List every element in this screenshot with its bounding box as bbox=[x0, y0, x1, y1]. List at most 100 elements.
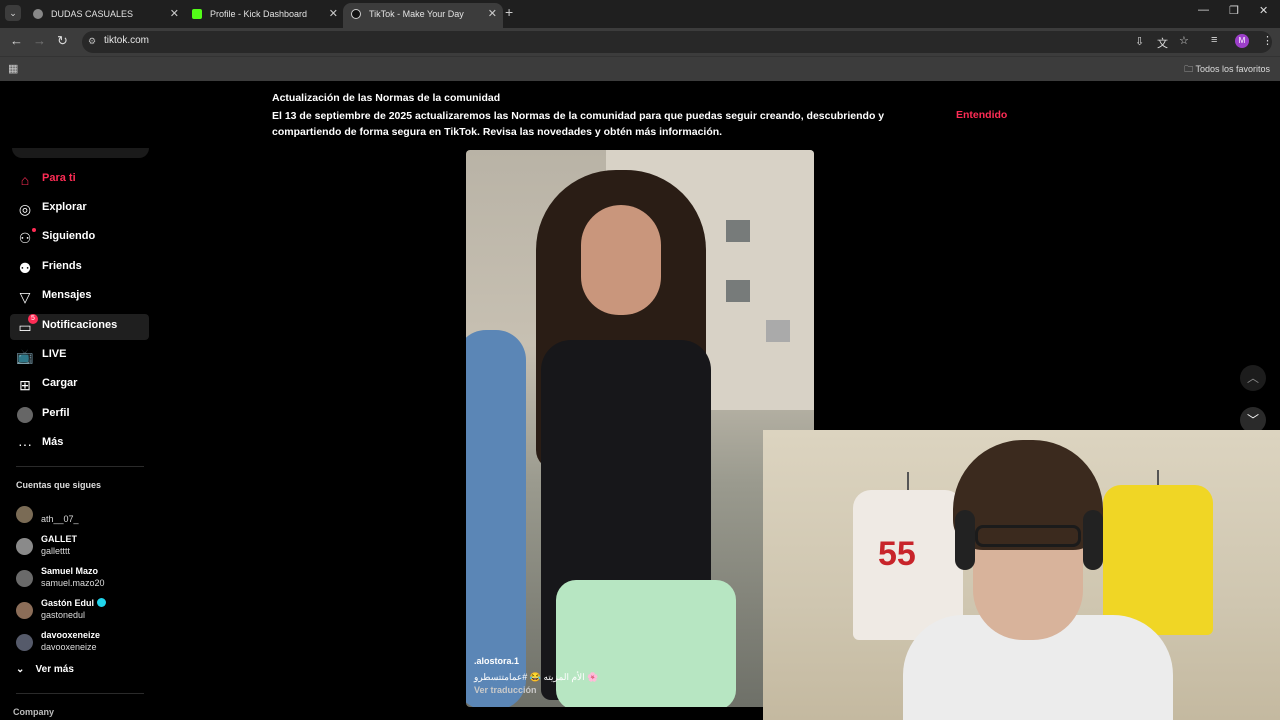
address-bar[interactable]: ⚙ tiktok.com ⇩ 文 ☆ bbox=[82, 31, 1272, 53]
video-figure bbox=[581, 205, 661, 315]
nav-siguiendo[interactable]: ⚇ Siguiendo bbox=[10, 225, 149, 251]
tab-title: DUDAS CASUALES bbox=[51, 9, 134, 19]
video-figure bbox=[466, 330, 526, 707]
nav-cargar[interactable]: ⊞ Cargar bbox=[10, 372, 149, 398]
url-text: tiktok.com bbox=[104, 35, 150, 46]
tab-strip: ⌄ DUDAS CASUALES ✕ Profile - Kick Dashbo… bbox=[0, 0, 1280, 28]
bookmarks-bar: ▦ 🗀 Todos los favoritos bbox=[0, 56, 1280, 81]
install-icon[interactable]: ⇩ bbox=[1135, 35, 1144, 48]
notice-accept-button[interactable]: Entendido bbox=[956, 109, 1007, 121]
close-icon[interactable]: ✕ bbox=[329, 3, 338, 25]
nav-para-ti[interactable]: ⌂ Para ti bbox=[10, 167, 149, 193]
nav-mas[interactable]: ··· Más bbox=[10, 431, 149, 457]
streamer-figure bbox=[975, 525, 1081, 547]
account-name: Gastón Edul bbox=[41, 598, 107, 608]
bookmark-star-icon[interactable]: ☆ bbox=[1179, 34, 1189, 47]
hanger-shape bbox=[907, 472, 909, 492]
account-handle: davooxeneize bbox=[41, 642, 97, 652]
headphone-shape bbox=[1083, 510, 1103, 570]
nav-explorar[interactable]: ◎ Explorar bbox=[10, 196, 149, 222]
jersey-yellow bbox=[1103, 485, 1213, 635]
compass-icon: ◎ bbox=[18, 201, 32, 217]
tab-title: Profile - Kick Dashboard bbox=[210, 9, 308, 19]
headphone-shape bbox=[955, 510, 975, 570]
forward-icon[interactable]: → bbox=[33, 33, 46, 48]
account-name-text: Gastón Edul bbox=[41, 598, 95, 608]
account-item[interactable]: ath__07_ bbox=[16, 502, 146, 530]
site-info-icon[interactable]: ⚙ bbox=[88, 36, 96, 47]
account-name: Samuel Mazo bbox=[41, 566, 99, 576]
chevron-up-icon: ︿ bbox=[1246, 371, 1259, 385]
nav-friends[interactable]: ⚉ Friends bbox=[10, 255, 149, 281]
live-tv-icon: 📺 bbox=[16, 348, 34, 364]
nav-notificaciones[interactable]: ▭ 5 Notificaciones bbox=[10, 314, 149, 340]
previous-video-button[interactable]: ︿ bbox=[1240, 365, 1266, 391]
close-icon[interactable]: ✕ bbox=[170, 3, 179, 25]
menu-icon[interactable]: ⋮ bbox=[1262, 34, 1273, 47]
window-close-icon[interactable]: ✕ bbox=[1259, 4, 1268, 17]
new-tab-button[interactable]: + bbox=[505, 4, 513, 20]
account-handle: ath__07_ bbox=[41, 514, 79, 524]
chevron-down-icon: ﹀ bbox=[1246, 413, 1259, 427]
folder-icon: 🗀 bbox=[1184, 64, 1196, 74]
nav-label: Explorar bbox=[42, 201, 87, 213]
video-description: الأم المزيته 😂 #عمامتتسطرو 🌸 bbox=[474, 672, 599, 682]
account-item[interactable]: Gastón Edul gastonedul bbox=[16, 598, 146, 626]
all-bookmarks[interactable]: 🗀 Todos los favoritos bbox=[1184, 62, 1270, 78]
account-item[interactable]: davooxeneize davooxeneize bbox=[16, 630, 146, 658]
new-dot bbox=[32, 228, 36, 232]
translate-link[interactable]: Ver traducción bbox=[474, 685, 537, 695]
browser-chrome: ⌄ DUDAS CASUALES ✕ Profile - Kick Dashbo… bbox=[0, 0, 1280, 81]
avatar bbox=[16, 634, 33, 651]
nav-perfil[interactable]: Perfil bbox=[10, 402, 149, 428]
account-name: davooxeneize bbox=[41, 630, 101, 640]
tab-dudas-casuales[interactable]: DUDAS CASUALES ✕ bbox=[25, 3, 185, 25]
sidebar: ⌂ Para ti ◎ Explorar ⚇ Siguiendo ⚉ Frien… bbox=[0, 148, 160, 720]
divider bbox=[16, 693, 144, 694]
avatar-icon bbox=[17, 407, 33, 423]
media-control-icon[interactable]: ≡ bbox=[1211, 34, 1217, 46]
nav-label: Mensajes bbox=[42, 289, 92, 301]
tiktok-icon bbox=[351, 9, 361, 19]
video-username[interactable]: .alostora.1 bbox=[474, 656, 519, 666]
nav-label: LIVE bbox=[42, 348, 67, 360]
notice-body: El 13 de septiembre de 2025 actualizarem… bbox=[272, 110, 885, 138]
nav-label: Friends bbox=[42, 260, 82, 272]
avatar bbox=[16, 538, 33, 555]
account-handle: gastonedul bbox=[41, 610, 86, 620]
nav-mensajes[interactable]: ▽ Mensajes bbox=[10, 284, 149, 310]
more-icon: ··· bbox=[18, 436, 32, 452]
nav-label: Notificaciones bbox=[42, 319, 118, 331]
see-more-button[interactable]: ⌄ Ver más bbox=[16, 664, 74, 675]
translate-icon[interactable]: 文 bbox=[1157, 35, 1168, 51]
account-item[interactable]: GALLET galletttt bbox=[16, 534, 146, 562]
tab-title: TikTok - Make Your Day bbox=[369, 9, 464, 19]
nav-live[interactable]: 📺 LIVE bbox=[10, 343, 149, 369]
home-icon: ⌂ bbox=[20, 172, 30, 188]
send-icon: ▽ bbox=[19, 289, 31, 305]
window-shape bbox=[726, 280, 750, 302]
notification-badge: 5 bbox=[28, 314, 38, 324]
community-notice: Actualización de las Normas de la comuni… bbox=[272, 92, 1012, 138]
account-item[interactable]: Samuel Mazo samuel.mazo20 bbox=[16, 566, 146, 594]
divider bbox=[16, 466, 144, 467]
window-shape bbox=[766, 320, 790, 342]
video-player[interactable]: .alostora.1 الأم المزيته 😂 #عمامتتسطرو 🌸… bbox=[466, 150, 814, 707]
globe-icon bbox=[33, 9, 43, 19]
search-input[interactable] bbox=[12, 148, 149, 158]
reload-icon[interactable]: ↻ bbox=[57, 33, 68, 49]
minimize-icon[interactable]: — bbox=[1198, 4, 1209, 16]
upload-icon: ⊞ bbox=[19, 377, 31, 393]
tab-kick-dashboard[interactable]: Profile - Kick Dashboard ✕ bbox=[184, 3, 344, 25]
back-icon[interactable]: ← bbox=[10, 33, 23, 48]
company-link[interactable]: Company bbox=[13, 707, 54, 717]
apps-grid-icon[interactable]: ▦ bbox=[8, 62, 18, 75]
maximize-icon[interactable]: ❐ bbox=[1229, 4, 1239, 17]
account-handle: galletttt bbox=[41, 546, 71, 556]
close-icon[interactable]: ✕ bbox=[488, 3, 497, 25]
tab-tiktok[interactable]: TikTok - Make Your Day ✕ bbox=[343, 3, 503, 28]
browser-toolbar: ← → ↻ ⚙ tiktok.com ⇩ 文 ☆ ≡ M ⋮ bbox=[0, 28, 1280, 56]
profile-avatar[interactable]: M bbox=[1235, 34, 1249, 48]
tab-search-icon[interactable]: ⌄ bbox=[5, 5, 21, 21]
window-shape bbox=[726, 220, 750, 242]
